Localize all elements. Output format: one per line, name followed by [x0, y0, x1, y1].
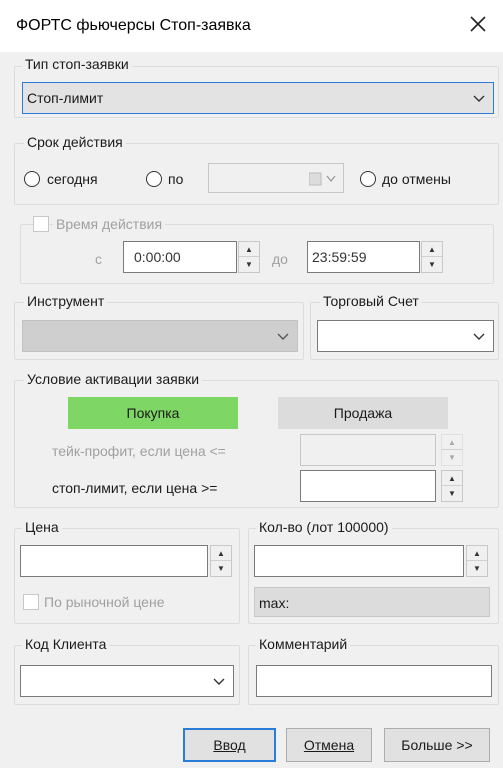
time-to-spinner[interactable]: ▲ ▼: [421, 241, 443, 273]
title-bar: ФОРТС фьючерсы Стоп-заявка: [0, 0, 503, 52]
radio-gtc-label: до отмены: [382, 171, 451, 187]
quantity-input[interactable]: [254, 545, 464, 577]
spin-down-icon[interactable]: ▼: [211, 561, 231, 576]
chevron-down-icon: [277, 333, 289, 340]
max-quantity-box: max:: [254, 587, 490, 617]
price-spinner[interactable]: ▲ ▼: [210, 545, 232, 577]
calendar-dropdown-icon: [309, 172, 336, 186]
spin-down-icon[interactable]: ▼: [422, 257, 442, 272]
stop-type-select[interactable]: Стоп-лимит: [22, 82, 494, 114]
spin-up-icon[interactable]: ▲: [467, 546, 487, 561]
stop-type-legend: Тип стоп-заявки: [22, 56, 132, 72]
sell-button[interactable]: Продажа: [278, 397, 448, 429]
spin-up-icon[interactable]: ▲: [442, 435, 462, 450]
account-select[interactable]: [317, 320, 494, 352]
stop-type-selected: Стоп-лимит: [27, 90, 104, 106]
quantity-legend: Кол-во (лот 100000): [256, 519, 392, 535]
spin-down-icon[interactable]: ▼: [239, 257, 259, 272]
cancel-button[interactable]: Отмена: [286, 728, 372, 762]
date-picker[interactable]: [208, 163, 344, 193]
spin-down-icon[interactable]: ▼: [442, 486, 462, 501]
price-legend: Цена: [22, 519, 62, 535]
enter-button[interactable]: Ввод: [183, 728, 276, 762]
time-from-input[interactable]: 0:00:00: [123, 241, 237, 273]
validity-legend: Срок действия: [24, 134, 126, 150]
radio-until[interactable]: [146, 171, 162, 187]
take-profit-spinner[interactable]: ▲ ▼: [441, 434, 463, 466]
comment-input[interactable]: [256, 665, 492, 697]
market-price-label: По рыночной цене: [44, 594, 165, 610]
client-legend: Код Клиента: [22, 636, 110, 652]
account-legend: Торговый Счет: [320, 293, 422, 309]
spin-up-icon[interactable]: ▲: [239, 242, 259, 257]
stop-limit-spinner[interactable]: ▲ ▼: [441, 470, 463, 502]
spin-up-icon[interactable]: ▲: [211, 546, 231, 561]
time-legend: Время действия: [53, 216, 166, 232]
client-select[interactable]: [20, 665, 234, 697]
time-to-input[interactable]: 23:59:59: [307, 241, 420, 273]
chevron-down-icon: [213, 678, 225, 685]
price-input[interactable]: [20, 545, 208, 577]
time-from-value: 0:00:00: [134, 249, 181, 265]
radio-gtc[interactable]: [360, 171, 376, 187]
radio-today[interactable]: [24, 171, 40, 187]
chevron-down-icon: [473, 95, 485, 102]
instrument-legend: Инструмент: [24, 293, 108, 309]
time-to-label: до: [272, 251, 288, 267]
stop-limit-label: стоп-лимит, если цена >=: [52, 480, 218, 496]
spin-down-icon[interactable]: ▼: [442, 450, 462, 465]
more-button[interactable]: Больше >>: [384, 728, 490, 762]
spin-up-icon[interactable]: ▲: [422, 242, 442, 257]
comment-legend: Комментарий: [256, 636, 351, 652]
close-icon[interactable]: [466, 12, 490, 36]
time-checkbox[interactable]: [33, 216, 49, 232]
take-profit-input[interactable]: [300, 434, 436, 466]
market-price-checkbox[interactable]: [23, 594, 39, 610]
radio-today-label: сегодня: [47, 171, 98, 187]
spin-down-icon[interactable]: ▼: [467, 561, 487, 576]
time-from-spinner[interactable]: ▲ ▼: [238, 241, 260, 273]
spin-up-icon[interactable]: ▲: [442, 471, 462, 486]
time-to-value: 23:59:59: [312, 249, 367, 265]
time-from-label: с: [95, 251, 102, 267]
quantity-spinner[interactable]: ▲ ▼: [466, 545, 488, 577]
stop-limit-input[interactable]: [300, 470, 436, 502]
buy-button[interactable]: Покупка: [68, 397, 238, 429]
max-quantity-label: max:: [259, 595, 290, 611]
chevron-down-icon: [473, 333, 485, 340]
activation-legend: Условие активации заявки: [24, 371, 203, 387]
radio-until-label: по: [168, 171, 184, 187]
instrument-select[interactable]: [22, 320, 298, 352]
window-title: ФОРТС фьючерсы Стоп-заявка: [16, 17, 251, 34]
take-profit-label: тейк-профит, если цена <=: [52, 443, 226, 459]
